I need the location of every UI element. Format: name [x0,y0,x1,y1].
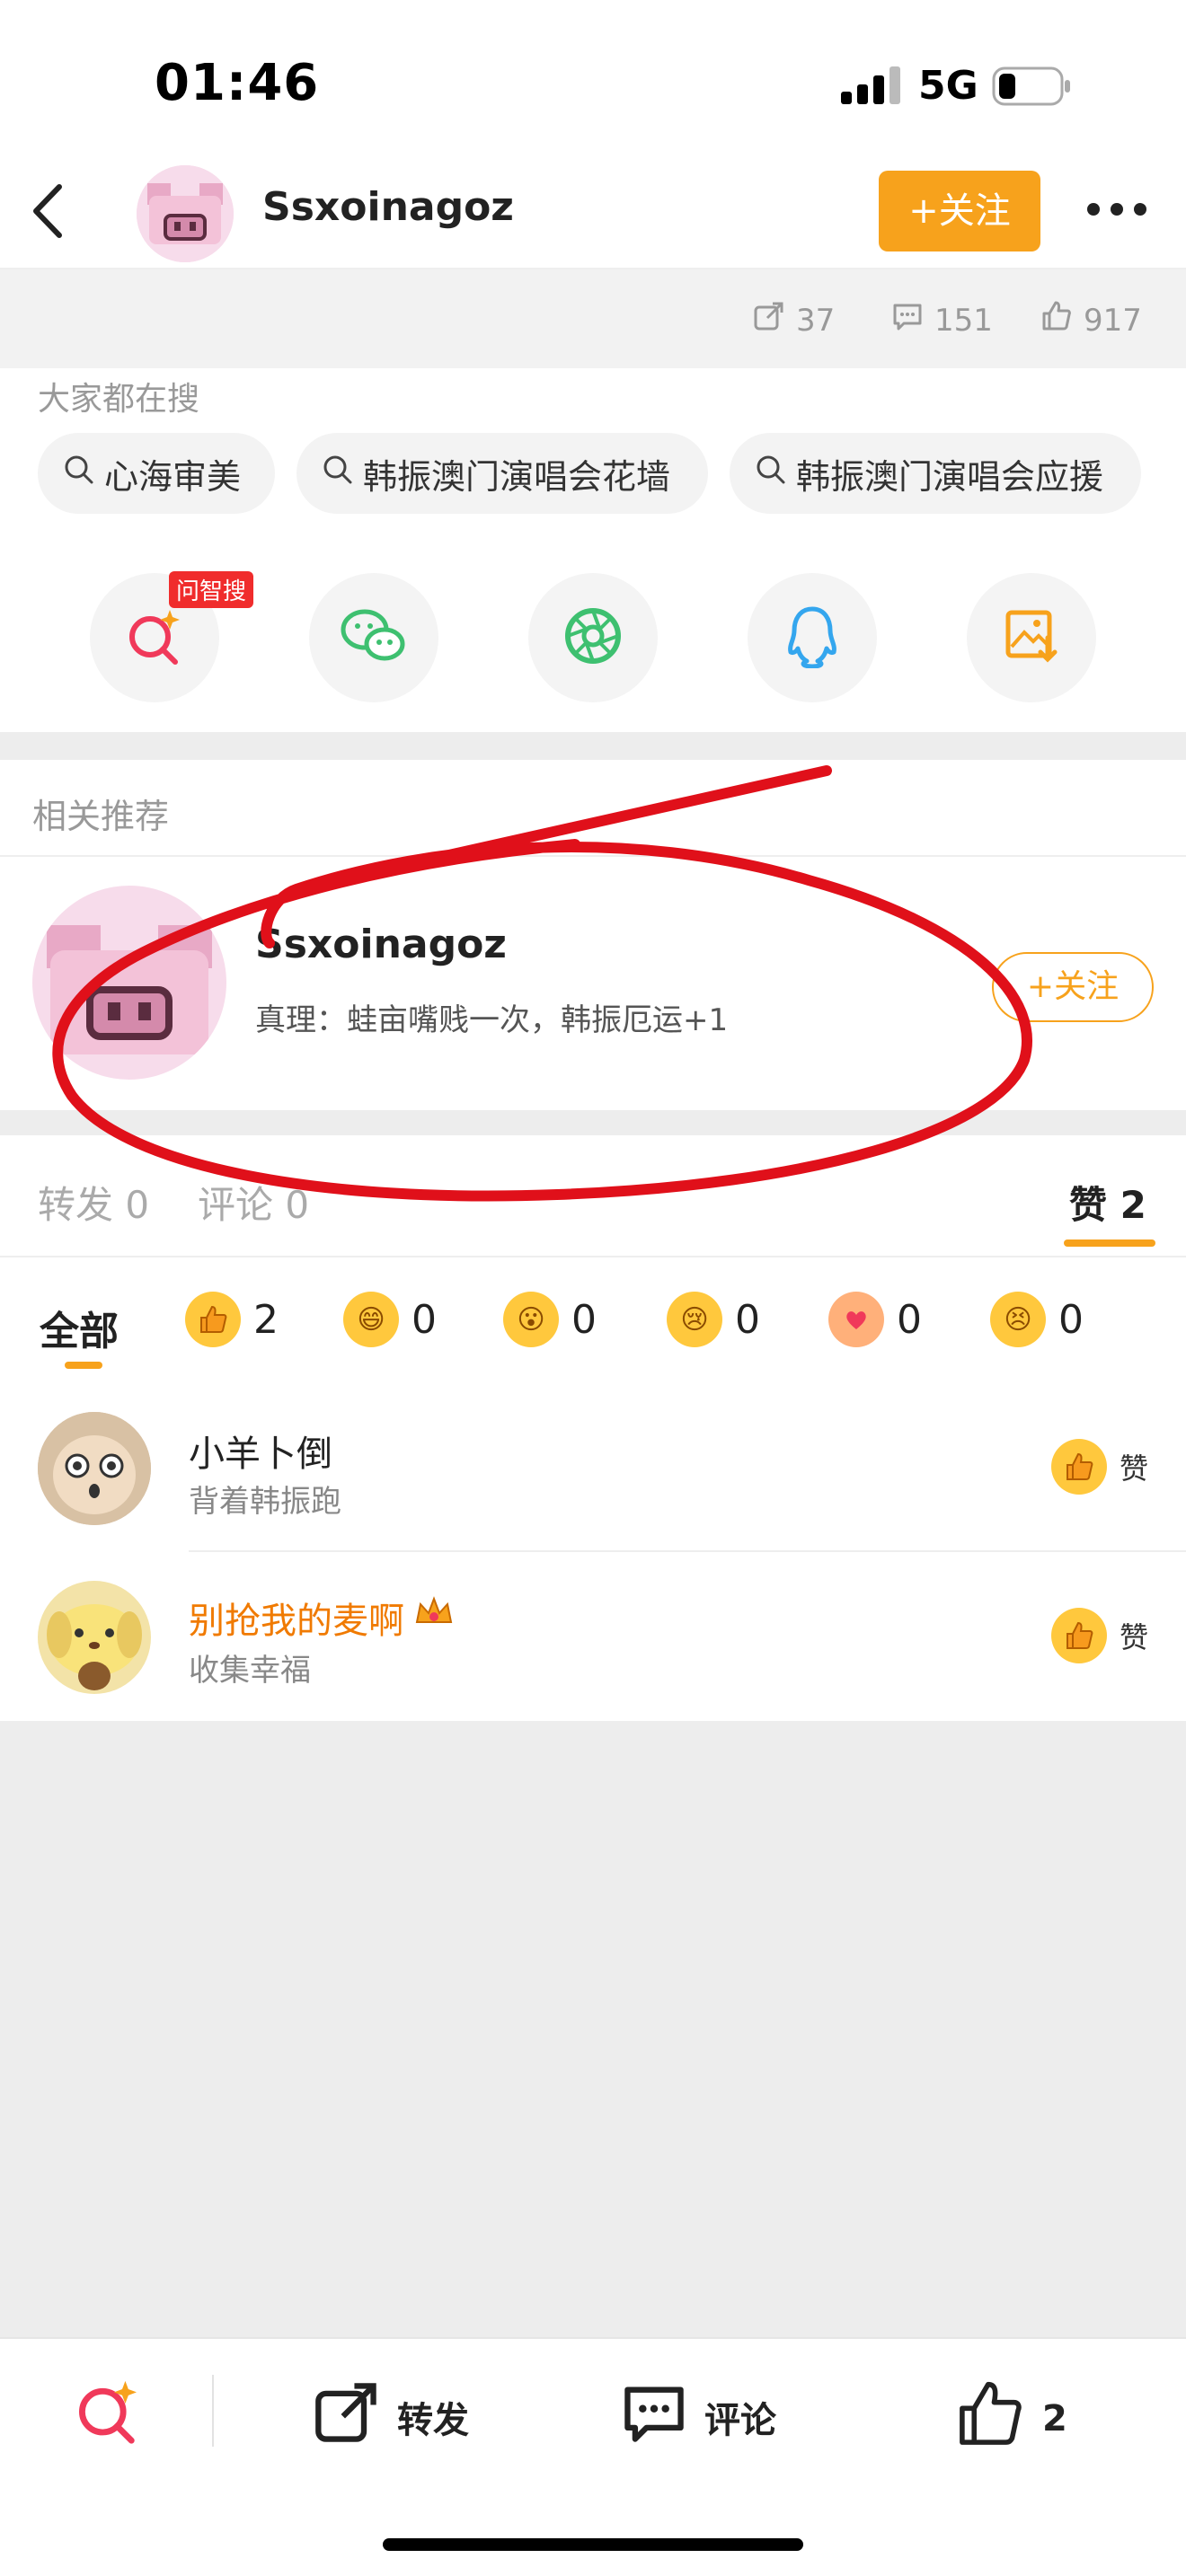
wechat-icon [338,604,410,671]
save-image-icon [1003,607,1060,668]
like-count-label: 2 [1042,2398,1067,2439]
liker-like-badge: 赞 [1050,1439,1148,1495]
ai-search-badge: 问智搜 [169,571,254,608]
reaction-filter-like[interactable]: 2 [185,1292,279,1347]
reaction-count: 0 [571,1296,597,1343]
liker-action: 赞 [1119,1620,1148,1654]
avatar[interactable] [137,165,234,262]
comment-icon [620,2378,688,2456]
thumb-up-icon [954,2378,1026,2459]
tab-comment[interactable]: 评论 0 [198,1175,309,1230]
moments-icon [562,604,624,671]
reaction-count: 0 [897,1296,922,1343]
reaction-filter-laugh[interactable]: 😄 0 [343,1292,437,1347]
thumbs-up-emoji-icon [185,1292,241,1347]
ai-search-icon [72,2375,144,2456]
battery-icon [992,66,1073,106]
reaction-filter-all[interactable]: 全部 [40,1299,119,1356]
list-item[interactable]: 小羊卜倒 背着韩振跑 赞 [0,1383,1186,1552]
search-chip[interactable]: 韩振澳门演唱会应援 [730,433,1141,514]
laughing-emoji-icon: 😄 [343,1292,399,1347]
repost-button[interactable]: 转发 [313,2378,469,2456]
list-item[interactable]: 别抢我的麦啊 收集幸福 赞 [0,1552,1186,1721]
comment-label: 评论 [704,2400,776,2441]
reaction-filter-surprise[interactable]: 😮 0 [503,1292,597,1347]
liker-name-row[interactable]: 别抢我的麦啊 [189,1592,455,1644]
wechat-share-button[interactable] [309,573,438,702]
search-icon [63,454,95,494]
comment-count[interactable]: 151 [891,300,993,340]
save-image-share-button[interactable] [967,573,1096,702]
back-icon[interactable] [25,180,70,243]
header-username[interactable]: Ssxoinagoz [262,184,514,230]
thumbs-up-emoji-icon [1050,1608,1107,1663]
liker-name: 别抢我的麦啊 [189,1601,404,1642]
interaction-tabs [0,1135,1186,1257]
post-stats-bar [0,269,1186,368]
reaction-count: 0 [1058,1296,1084,1343]
moments-share-button[interactable] [528,573,658,702]
reaction-filter-sad[interactable]: 😢 0 [667,1292,760,1347]
more-icon[interactable] [1085,199,1148,219]
search-icon [755,454,787,494]
liker-name[interactable]: 小羊卜倒 [189,1425,332,1477]
reaction-count: 0 [735,1296,760,1343]
repost-icon [313,2378,381,2456]
reaction-filter-angry[interactable]: 😣 0 [990,1292,1084,1347]
home-indicator [383,2538,803,2551]
repost-label: 转发 [397,2400,469,2441]
signal-icon [841,65,904,104]
avatar[interactable] [38,1412,151,1525]
liker-bio: 背着韩振跑 [189,1484,341,1520]
reaction-count: 2 [253,1296,279,1343]
search-chip-label: 韩振澳门演唱会应援 [796,456,1104,497]
related-title: 相关推荐 [32,797,170,836]
comment-count-value: 151 [934,302,993,339]
ai-search-icon [123,604,186,671]
related-avatar[interactable] [32,886,226,1080]
repost-icon [753,300,785,340]
avatar[interactable] [38,1581,151,1694]
related-description: 真理：蛙亩嘴贱一次，韩振厄运+1 [255,1002,729,1038]
repost-count-value: 37 [796,302,836,339]
comment-button[interactable]: 评论 [620,2378,776,2456]
liker-like-badge: 赞 [1050,1608,1148,1663]
divider [0,855,1186,857]
liker-bio: 收集幸福 [189,1653,311,1689]
trending-search-title: 大家都在搜 [38,381,200,418]
tab-likes[interactable]: 赞 2 [1069,1175,1146,1230]
search-chip[interactable]: 心海审美 [38,433,275,514]
active-tab-indicator [1064,1239,1155,1247]
like-button[interactable]: 2 [954,2378,1067,2459]
active-filter-indicator [65,1362,102,1369]
like-count[interactable]: 917 [1040,300,1142,340]
related-username[interactable]: Ssxoinagoz [255,922,507,967]
heart-card-emoji-icon [828,1292,884,1347]
repost-count[interactable]: 37 [753,300,835,340]
status-time: 01:46 [155,54,320,112]
crown-badge-icon [413,1595,455,1640]
thumb-up-icon [1040,300,1073,340]
comment-icon [891,300,924,340]
network-type: 5G [918,63,978,109]
related-follow-button[interactable]: +关注 [992,952,1154,1022]
like-count-value: 917 [1084,302,1142,339]
search-chip[interactable]: 韩振澳门演唱会花墙 [296,433,708,514]
reaction-count: 0 [412,1296,437,1343]
qq-icon [785,604,839,672]
surprised-emoji-icon: 😮 [503,1292,559,1347]
sad-emoji-icon: 😢 [667,1292,722,1347]
liker-action: 赞 [1119,1451,1148,1486]
reaction-filter-heart[interactable]: 0 [828,1292,922,1347]
follow-button[interactable]: +关注 [879,171,1040,251]
ai-search-button[interactable] [72,2375,144,2456]
angry-emoji-icon: 😣 [990,1292,1046,1347]
search-chip-label: 韩振澳门演唱会花墙 [363,456,671,497]
thumbs-up-emoji-icon [1050,1439,1107,1495]
divider [212,2375,214,2447]
qq-share-button[interactable] [748,573,877,702]
search-chip-label: 心海审美 [104,456,242,497]
search-icon [322,454,354,494]
tab-repost[interactable]: 转发 0 [38,1175,149,1230]
